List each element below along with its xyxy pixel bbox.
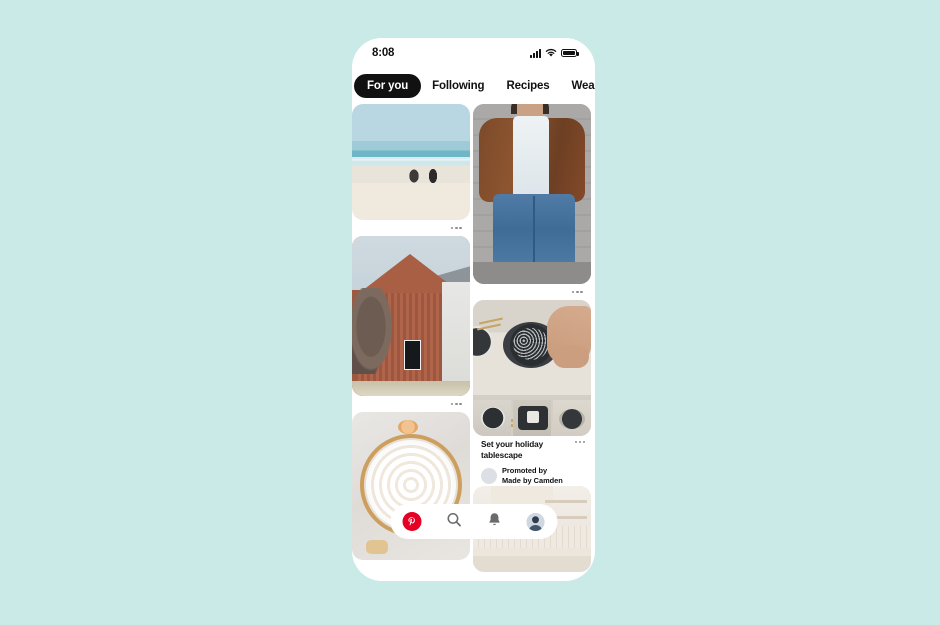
promoted-pin-title: Set your holiday tablescape bbox=[481, 440, 544, 460]
tab-recipes[interactable]: Recipes bbox=[495, 74, 560, 98]
signal-icon bbox=[530, 48, 541, 58]
pin-beach-overflow-menu-icon[interactable] bbox=[352, 220, 470, 236]
pin-barn-house-overflow-menu-icon[interactable] bbox=[352, 396, 470, 412]
promoted-label: Promoted by bbox=[502, 466, 548, 475]
wifi-icon bbox=[545, 49, 557, 57]
status-bar: 8:08 bbox=[352, 38, 595, 68]
promoted-thumbnail-1[interactable] bbox=[473, 400, 512, 436]
pin-outfit-overflow-menu-icon[interactable] bbox=[473, 284, 591, 300]
nav-home-button[interactable] bbox=[402, 512, 422, 531]
tab-following[interactable]: Following bbox=[421, 74, 495, 98]
promoted-pin-meta: Set your holiday tablescape Promoted by … bbox=[473, 436, 591, 486]
pin-outfit-image[interactable] bbox=[473, 104, 591, 284]
pin-barn-house-image[interactable] bbox=[352, 236, 470, 396]
promoted-thumbnail-2[interactable] bbox=[512, 400, 552, 436]
pin-outfit[interactable] bbox=[473, 104, 591, 300]
nav-notifications-button[interactable] bbox=[487, 511, 503, 533]
search-icon[interactable] bbox=[445, 511, 462, 528]
pinterest-logo-icon[interactable] bbox=[402, 512, 422, 531]
feed-column-left bbox=[352, 104, 470, 560]
status-bar-icons bbox=[530, 48, 579, 58]
phone-mockup: 8:08 For you Following Recipes Wear bbox=[352, 38, 595, 581]
nav-profile-button[interactable] bbox=[526, 512, 545, 531]
pin-promoted-tablescape[interactable]: Set your holiday tablescape Promoted by … bbox=[473, 300, 591, 486]
tab-wear[interactable]: Wear bbox=[561, 74, 596, 98]
bell-icon[interactable] bbox=[487, 511, 503, 528]
feed-tab-bar: For you Following Recipes Wear bbox=[352, 68, 595, 104]
feed-column-right: Set your holiday tablescape Promoted by … bbox=[473, 104, 591, 572]
promoted-thumbnail-3[interactable] bbox=[552, 400, 591, 436]
promoted-pin-overflow-menu-icon[interactable] bbox=[573, 441, 585, 444]
canvas: 8:08 For you Following Recipes Wear bbox=[0, 0, 940, 625]
promoted-thumbnail-strip[interactable] bbox=[473, 400, 591, 436]
pin-barn-house[interactable] bbox=[352, 236, 470, 412]
pin-beach-image[interactable] bbox=[352, 104, 470, 220]
pin-promoted-tablescape-image[interactable] bbox=[473, 300, 591, 436]
advertiser-avatar bbox=[481, 467, 497, 484]
promoted-pin-advertiser[interactable]: Promoted by Made by Camden bbox=[481, 466, 583, 486]
advertiser-name: Made by Camden bbox=[502, 475, 563, 485]
pin-beach[interactable] bbox=[352, 104, 470, 236]
status-bar-clock: 8:08 bbox=[372, 47, 395, 59]
nav-search-button[interactable] bbox=[445, 511, 462, 533]
battery-icon bbox=[561, 48, 579, 58]
tab-for-you[interactable]: For you bbox=[354, 74, 422, 98]
avatar-icon[interactable] bbox=[526, 512, 545, 531]
bottom-navigation-bar bbox=[390, 504, 557, 539]
